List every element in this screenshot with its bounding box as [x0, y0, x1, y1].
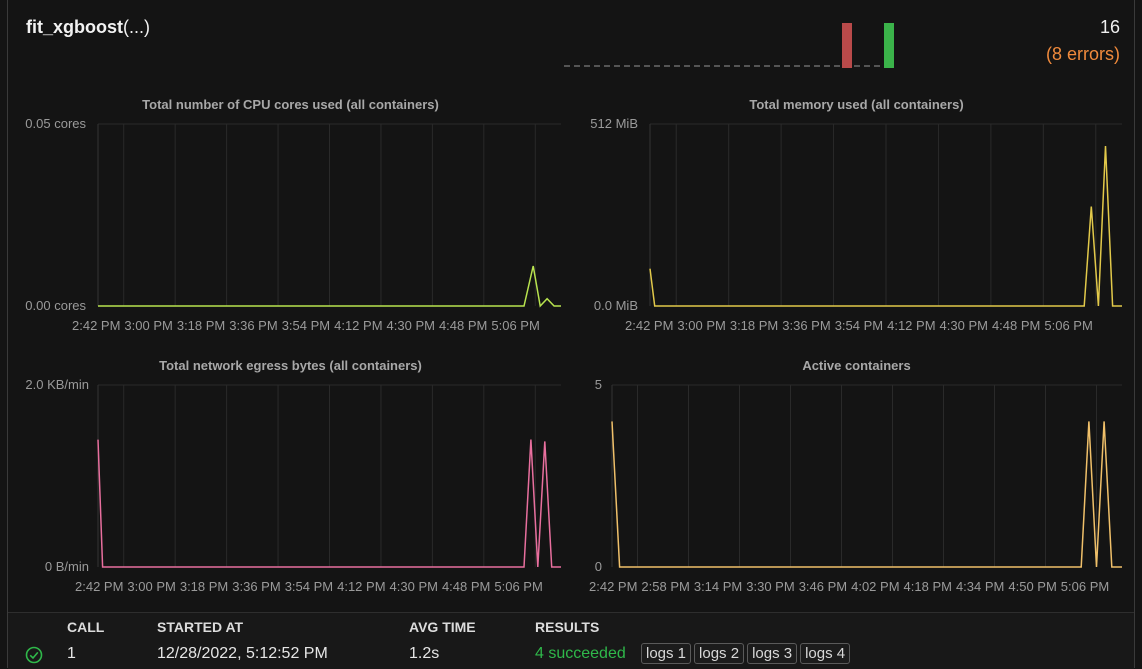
x-tick-label: 3:18 PM [176, 318, 226, 333]
call-number[interactable]: 1 [67, 645, 76, 663]
x-tick-label: 2:42 PM [72, 318, 121, 333]
function-name: fit_xgboost [26, 17, 123, 37]
x-tick-label: 4:12 PM [337, 579, 386, 594]
x-tick-label: 4:30 PM [939, 318, 988, 333]
logs-2-button[interactable]: logs 2 [694, 643, 745, 664]
x-tick-label: 3:00 PM [127, 579, 176, 594]
column-header-call: CALL [67, 619, 105, 635]
call-status-sparkline [564, 23, 894, 68]
memory-chart [649, 123, 1122, 307]
cpu-y-max-label: 0.05 cores [25, 116, 86, 131]
logs-buttons: logs 1 logs 2 logs 3 logs 4 [641, 643, 853, 664]
memory-x-axis: 2:42 PM 3:00 PM 3:18 PM 3:36 PM 3:54 PM 4:12 … [625, 318, 1093, 333]
network-y-max-label: 2.0 KB/min [25, 377, 89, 392]
x-tick-label: 3:36 PM [229, 318, 278, 333]
cpu-y-min-label: 0.00 cores [25, 298, 86, 313]
cpu-x-axis: 2:42 PM 3:00 PM 3:18 PM 3:36 PM 3:54 PM 4:12 … [72, 318, 540, 333]
error-bar [842, 23, 852, 68]
logs-1-button[interactable]: logs 1 [641, 643, 692, 664]
x-tick-label: 3:54 PM [284, 579, 334, 594]
containers-x-axis: 2:42 PM 2:58 PM 3:14 PM 3:30 PM 3:46 PM 4:02 … [589, 579, 1109, 594]
x-tick-label: 2:42 PM [75, 579, 124, 594]
column-header-started-at: STARTED AT [157, 619, 244, 635]
error-count[interactable]: (8 errors) [1046, 44, 1120, 65]
avg-time-value: 1.2s [409, 645, 440, 662]
x-tick-label: 4:48 PM [441, 579, 491, 594]
x-tick-label: 5:06 PM [1060, 579, 1110, 594]
x-tick-label: 3:00 PM [124, 318, 173, 333]
x-tick-label: 4:12 PM [334, 318, 383, 333]
x-tick-label: 3:54 PM [281, 318, 331, 333]
x-tick-label: 3:46 PM [798, 579, 848, 594]
x-tick-label: 4:48 PM [991, 318, 1041, 333]
network-x-axis: 2:42 PM 3:00 PM 3:18 PM 3:36 PM 3:54 PM 4:12 … [75, 579, 543, 594]
x-tick-label: 3:36 PM [232, 579, 281, 594]
containers-chart-title: Active containers [802, 358, 911, 373]
x-tick-label: 3:14 PM [693, 579, 743, 594]
column-header-results: RESULTS [535, 619, 600, 635]
x-tick-label: 5:06 PM [1044, 318, 1093, 333]
success-bar [884, 23, 894, 68]
x-tick-label: 2:58 PM [641, 579, 690, 594]
x-tick-label: 4:30 PM [386, 318, 435, 333]
column-header-avg-time: AVG TIME [409, 619, 476, 635]
x-tick-label: 5:06 PM [494, 579, 543, 594]
x-tick-label: 4:30 PM [389, 579, 438, 594]
memory-chart-title: Total memory used (all containers) [749, 97, 964, 112]
cpu-chart [97, 123, 561, 308]
containers-y-min-label: 0 [594, 559, 602, 574]
memory-y-min-label: 0.0 MiB [593, 298, 638, 313]
network-chart-title: Total network egress bytes (all containe… [159, 358, 422, 373]
logs-4-button[interactable]: logs 4 [800, 643, 851, 664]
x-tick-label: 4:34 PM [955, 579, 1005, 594]
x-tick-label: 4:12 PM [887, 318, 936, 333]
results-succeeded: 4 succeeded [535, 645, 626, 662]
x-tick-label: 3:36 PM [782, 318, 831, 333]
x-tick-label: 3:18 PM [179, 579, 229, 594]
total-calls-count: 16 [1099, 17, 1120, 37]
x-tick-label: 4:02 PM [851, 579, 900, 594]
cpu-chart-title: Total number of CPU cores used (all cont… [142, 97, 439, 112]
x-tick-label: 3:30 PM [746, 579, 795, 594]
network-chart [97, 384, 561, 568]
function-args: (...) [123, 17, 150, 37]
network-y-min-label: 0 B/min [44, 559, 89, 574]
x-tick-label: 4:18 PM [903, 579, 952, 594]
started-at-value: 12/28/2022, 5:12:52 PM [157, 645, 328, 662]
x-tick-label: 2:42 PM [625, 318, 674, 333]
x-tick-label: 3:18 PM [729, 318, 779, 333]
containers-chart [611, 384, 1122, 568]
containers-y-max-label: 5 [594, 377, 602, 392]
x-tick-label: 2:42 PM [589, 579, 638, 594]
x-tick-label: 3:54 PM [834, 318, 884, 333]
logs-3-button[interactable]: logs 3 [747, 643, 798, 664]
success-check-icon [25, 646, 43, 664]
function-title: fit_xgboost(...) [26, 17, 150, 38]
memory-y-max-label: 512 MiB [590, 116, 638, 131]
x-tick-label: 4:48 PM [438, 318, 488, 333]
x-tick-label: 4:50 PM [1008, 579, 1057, 594]
x-tick-label: 5:06 PM [491, 318, 540, 333]
x-tick-label: 3:00 PM [677, 318, 726, 333]
